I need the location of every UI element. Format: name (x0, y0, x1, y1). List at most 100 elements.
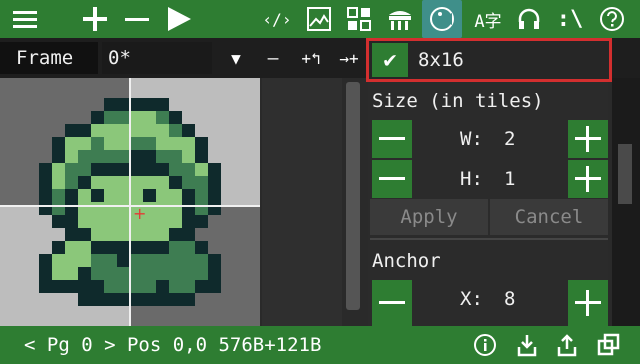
sprite-pixel (195, 137, 208, 150)
frame-dropdown-icon[interactable]: ▼ (224, 40, 248, 76)
sprite-pixel (143, 267, 156, 280)
sprite-pixel (182, 137, 195, 150)
sprite-pixel (52, 254, 65, 267)
height-decrease-button[interactable] (372, 160, 412, 198)
sprite-pixel (195, 189, 208, 202)
sprite-pixel (78, 267, 91, 280)
width-decrease-button[interactable] (372, 120, 412, 158)
sprite-pixel (195, 202, 208, 215)
apply-button[interactable]: Apply (370, 199, 488, 235)
sprite-pixel (208, 254, 221, 267)
add-icon[interactable] (80, 0, 110, 38)
sprite-pixel (143, 137, 156, 150)
info-icon[interactable] (470, 326, 500, 364)
export-icon[interactable] (552, 326, 582, 364)
anchor-x-value: 8 (504, 288, 516, 310)
sprite-pixel (65, 150, 78, 163)
sprite-pixel (182, 124, 195, 137)
sprite-pixel (169, 215, 182, 228)
status-text[interactable]: < Pg 0 > Pos 0,0 576B+121B (24, 326, 321, 364)
anchor-title: Anchor (372, 250, 441, 272)
sprite-pixel (65, 176, 78, 189)
sprite-pixel (208, 202, 221, 215)
sprite-pixel (182, 241, 195, 254)
sprite-pixel (143, 280, 156, 293)
headphones-icon[interactable] (512, 0, 546, 38)
sprite-pixel (195, 150, 208, 163)
frame-label: Frame (0, 42, 98, 74)
remove-icon[interactable] (122, 0, 152, 38)
sprite-pixel (91, 215, 104, 228)
sprite-pixel (117, 137, 130, 150)
sprite-pixel (104, 124, 117, 137)
cancel-button[interactable]: Cancel (490, 199, 608, 235)
sprite-pixel (169, 202, 182, 215)
sprite-pixel (156, 280, 169, 293)
sprite-pixel (117, 98, 130, 111)
sprite-pixel (65, 202, 78, 215)
anchor-x-increase-button[interactable] (568, 280, 608, 326)
sprite-pixel (130, 111, 143, 124)
script-icon[interactable]: :\ (552, 0, 588, 38)
sprite-pixel (130, 241, 143, 254)
sprite-icon[interactable] (422, 0, 462, 38)
sprite-pixel (169, 176, 182, 189)
sprite-pixel (104, 228, 117, 241)
append-frame-button[interactable]: →+ (334, 40, 364, 76)
sprite-pixel (182, 215, 195, 228)
sprite-pixel (65, 163, 78, 176)
width-increase-button[interactable] (568, 120, 608, 158)
height-label: H: (460, 168, 483, 190)
sprite-pixel (104, 280, 117, 293)
height-increase-button[interactable] (568, 160, 608, 198)
sprite-pixel (104, 215, 117, 228)
help-icon[interactable] (594, 0, 630, 38)
insert-frame-button[interactable]: +↰ (296, 40, 326, 76)
sprite-pixel (143, 176, 156, 189)
sprite-pixel (91, 176, 104, 189)
panel-scrollbar-thumb[interactable] (618, 144, 632, 204)
anchor-x-decrease-button[interactable] (372, 280, 412, 326)
canvas-scrollbar[interactable] (346, 82, 360, 310)
font-icon[interactable]: A字 (468, 0, 508, 38)
menu-icon[interactable] (8, 0, 42, 38)
sprite-pixel (91, 254, 104, 267)
sprite-pixel (182, 189, 195, 202)
sprite-canvas[interactable]: + (0, 78, 260, 326)
store-icon[interactable] (382, 0, 418, 38)
sprite-pixel (104, 241, 117, 254)
remove-frame-button[interactable]: — (258, 40, 288, 76)
sprite-pixel (130, 124, 143, 137)
sprite-pixel (104, 163, 117, 176)
sprite-pixel (52, 189, 65, 202)
sprite-pixel (39, 176, 52, 189)
sprite-pixel (52, 215, 65, 228)
sprite-pixel (156, 150, 169, 163)
size-title: Size (in tiles) (372, 90, 544, 112)
frame-input[interactable]: 0* (102, 42, 212, 74)
import-icon[interactable] (512, 326, 542, 364)
width-value: 2 (504, 128, 516, 150)
sprite-pixel (104, 189, 117, 202)
tiles-icon[interactable] (342, 0, 376, 38)
sprite-pixel (78, 163, 91, 176)
sprite-pixel (182, 267, 195, 280)
sprite-pixel (169, 189, 182, 202)
sprite-pixel (91, 137, 104, 150)
copy-icon[interactable] (594, 326, 624, 364)
sprite-pixel (156, 111, 169, 124)
image-icon[interactable] (302, 0, 336, 38)
sprite-pixel (91, 189, 104, 202)
sprite-pixel (156, 98, 169, 111)
play-icon[interactable] (164, 0, 194, 38)
sprite-pixel (52, 267, 65, 280)
sprite-pixel (91, 280, 104, 293)
sprite-pixel (156, 202, 169, 215)
code-icon[interactable]: ‹/› (258, 0, 296, 38)
sprite-pixel (52, 202, 65, 215)
sprite-pixel (117, 189, 130, 202)
sprite-pixel (143, 98, 156, 111)
sprite-pixel (39, 280, 52, 293)
sprite-pixel (104, 150, 117, 163)
sprite-pixel (130, 280, 143, 293)
